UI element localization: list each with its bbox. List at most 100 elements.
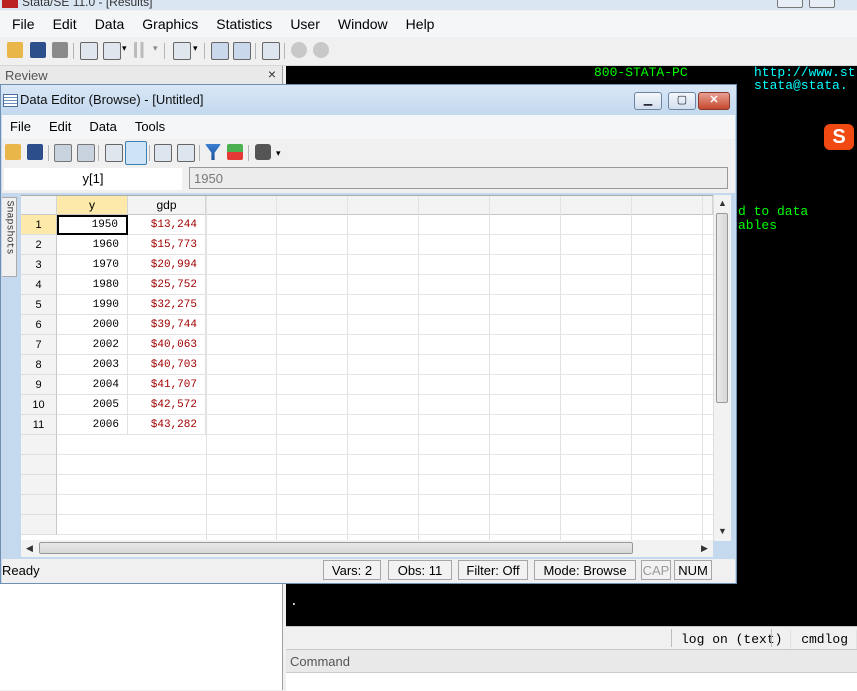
- menu-file[interactable]: File: [0, 11, 44, 37]
- sogou-ime-icon[interactable]: S: [824, 124, 854, 150]
- data-browser-icon[interactable]: [233, 42, 251, 60]
- graph-icon[interactable]: [134, 42, 150, 58]
- cell-value-input[interactable]: 1950: [189, 167, 728, 189]
- menu-statistics[interactable]: Statistics: [207, 11, 281, 37]
- column-header-gdp[interactable]: gdp: [128, 196, 206, 215]
- cell-y[interactable]: 1950: [57, 215, 128, 235]
- horizontal-scroll-thumb[interactable]: [39, 542, 633, 554]
- snapshots-tab[interactable]: Snapshots: [2, 197, 17, 277]
- row-header[interactable]: 7: [21, 335, 57, 355]
- de-menu-edit[interactable]: Edit: [39, 115, 79, 138]
- horizontal-scrollbar[interactable]: ◀ ▶: [21, 540, 713, 557]
- row-header[interactable]: 5: [21, 295, 57, 315]
- do-editor-icon[interactable]: [173, 42, 191, 60]
- vertical-scroll-thumb[interactable]: [716, 213, 728, 403]
- clear-icon[interactable]: [313, 42, 329, 58]
- edit-mode-icon[interactable]: [105, 144, 123, 162]
- cell-gdp[interactable]: $39,744: [128, 315, 206, 335]
- cell-y[interactable]: 1960: [57, 235, 128, 255]
- snapshot-icon[interactable]: [255, 144, 271, 160]
- variables-manager-icon[interactable]: [262, 42, 280, 60]
- cell-gdp[interactable]: $15,773: [128, 235, 206, 255]
- cell-y[interactable]: 2003: [57, 355, 128, 375]
- open-icon[interactable]: [7, 42, 23, 58]
- cell-y[interactable]: 1990: [57, 295, 128, 315]
- grid-corner[interactable]: [21, 196, 57, 215]
- print-icon[interactable]: [52, 42, 68, 58]
- sort-icon[interactable]: [227, 144, 243, 160]
- scroll-up-arrow[interactable]: ▲: [718, 198, 727, 208]
- row-header[interactable]: 1: [21, 215, 57, 235]
- save-icon[interactable]: [30, 42, 46, 58]
- de-menu-tools[interactable]: Tools: [125, 115, 173, 138]
- paste-icon[interactable]: [77, 144, 95, 162]
- log-icon[interactable]: [80, 42, 98, 60]
- row-header[interactable]: 2: [21, 235, 57, 255]
- cell-gdp[interactable]: $25,752: [128, 275, 206, 295]
- row-header[interactable]: [21, 435, 57, 455]
- break-icon[interactable]: [291, 42, 307, 58]
- row-header[interactable]: [21, 495, 57, 515]
- browse-mode-icon[interactable]: [125, 141, 147, 165]
- status-ready: Ready: [2, 563, 40, 578]
- row-header[interactable]: 10: [21, 395, 57, 415]
- command-input[interactable]: [286, 672, 857, 691]
- de-menu-data[interactable]: Data: [79, 115, 124, 138]
- results-prompt: .: [290, 594, 298, 609]
- cell-gdp[interactable]: $32,275: [128, 295, 206, 315]
- menu-help[interactable]: Help: [397, 11, 444, 37]
- menu-user[interactable]: User: [281, 11, 329, 37]
- scroll-left-arrow[interactable]: ◀: [26, 543, 33, 554]
- scroll-down-arrow[interactable]: ▼: [718, 526, 727, 536]
- scroll-right-arrow[interactable]: ▶: [701, 543, 708, 554]
- menu-graphics[interactable]: Graphics: [133, 11, 207, 37]
- row-header[interactable]: [21, 515, 57, 535]
- menu-data[interactable]: Data: [86, 11, 134, 37]
- de-menu-file[interactable]: File: [2, 115, 39, 138]
- de-variables-manager-icon[interactable]: [154, 144, 172, 162]
- row-header[interactable]: 9: [21, 375, 57, 395]
- row-header[interactable]: 6: [21, 315, 57, 335]
- main-maximize-button[interactable]: [809, 0, 835, 8]
- cell-y[interactable]: 1980: [57, 275, 128, 295]
- copy-icon[interactable]: [54, 144, 72, 162]
- cell-y[interactable]: 2000: [57, 315, 128, 335]
- cell-gdp[interactable]: $43,282: [128, 415, 206, 435]
- data-editor-titlebar[interactable]: Data Editor (Browse) - [Untitled] ▁ ▢ ✕: [1, 85, 736, 115]
- viewer-icon[interactable]: [103, 42, 121, 60]
- row-header[interactable]: 3: [21, 255, 57, 275]
- data-editor-minimize-button[interactable]: ▁: [634, 92, 662, 110]
- data-editor-close-button[interactable]: ✕: [698, 92, 730, 110]
- cell-gdp[interactable]: $42,572: [128, 395, 206, 415]
- cell-y[interactable]: 2006: [57, 415, 128, 435]
- cell-gdp[interactable]: $13,244: [128, 215, 206, 235]
- cell-y[interactable]: 2002: [57, 335, 128, 355]
- data-editor-icon[interactable]: [211, 42, 229, 60]
- row-header[interactable]: 11: [21, 415, 57, 435]
- cell-gdp[interactable]: $20,994: [128, 255, 206, 275]
- row-header[interactable]: [21, 475, 57, 495]
- de-save-icon[interactable]: [27, 144, 43, 160]
- cell-y[interactable]: 2004: [57, 375, 128, 395]
- cell-gdp[interactable]: $40,063: [128, 335, 206, 355]
- status-cap: CAP: [641, 560, 671, 580]
- results-phone: 800-STATA-PC: [594, 65, 688, 80]
- filter-icon[interactable]: [205, 144, 221, 160]
- results-email: stata@stata.: [754, 78, 848, 93]
- cell-gdp[interactable]: $41,707: [128, 375, 206, 395]
- row-header[interactable]: 4: [21, 275, 57, 295]
- vertical-scrollbar[interactable]: ▲ ▼: [713, 195, 731, 541]
- review-close-icon[interactable]: ×: [268, 66, 276, 82]
- column-header-y[interactable]: y: [57, 196, 128, 215]
- data-editor-maximize-button[interactable]: ▢: [668, 92, 696, 110]
- de-open-icon[interactable]: [5, 144, 21, 160]
- cell-gdp[interactable]: $40,703: [128, 355, 206, 375]
- row-header[interactable]: 8: [21, 355, 57, 375]
- main-minimize-button[interactable]: [777, 0, 803, 8]
- cell-y[interactable]: 2005: [57, 395, 128, 415]
- menu-window[interactable]: Window: [329, 11, 397, 37]
- row-header[interactable]: [21, 455, 57, 475]
- cell-y[interactable]: 1970: [57, 255, 128, 275]
- properties-icon[interactable]: [177, 144, 195, 162]
- menu-edit[interactable]: Edit: [44, 11, 86, 37]
